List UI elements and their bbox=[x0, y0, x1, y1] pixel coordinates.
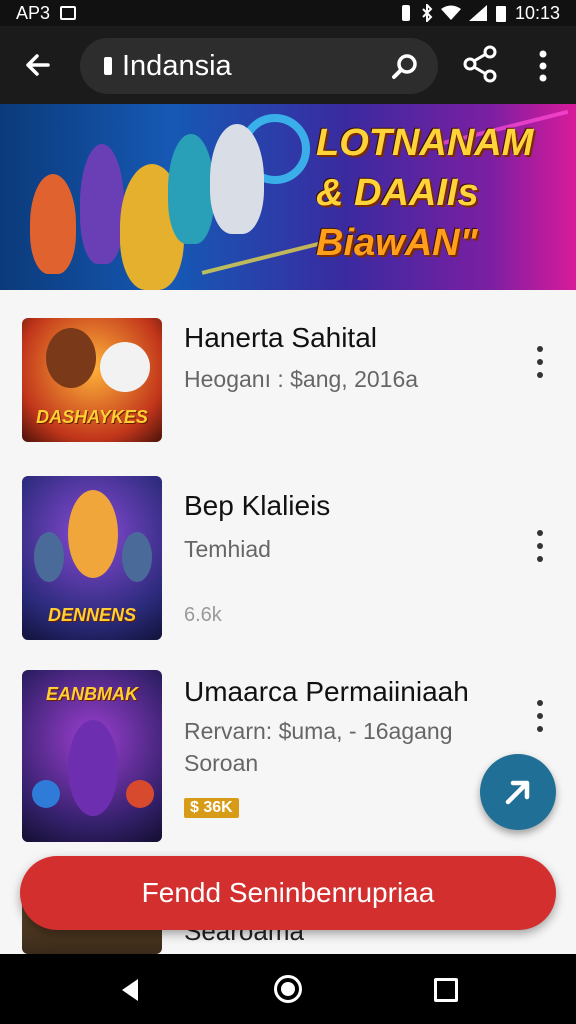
open-fab-button[interactable] bbox=[480, 754, 556, 830]
game-thumbnail: DASHAYKES bbox=[22, 318, 162, 442]
item-title: Bep Klalieis bbox=[184, 490, 331, 521]
item-size: 6.6k bbox=[184, 604, 222, 626]
signal-icon bbox=[468, 5, 487, 21]
share-icon[interactable] bbox=[458, 42, 502, 86]
nav-back-icon[interactable] bbox=[116, 976, 144, 1004]
hero-figure bbox=[168, 134, 214, 244]
more-dot bbox=[537, 372, 543, 378]
status-time: 10:13 bbox=[514, 2, 560, 23]
item-title: Hanerta Sahital bbox=[184, 322, 378, 353]
list-item[interactable]: DENNENS Bep Klalieis Temhiad 6.6k bbox=[0, 460, 576, 660]
banner-title-line: LOTNANAM bbox=[316, 122, 534, 164]
status-bar: AP3 10:13 bbox=[0, 0, 576, 26]
more-dot bbox=[537, 713, 543, 719]
item-subtitle: Temhiad bbox=[184, 536, 271, 562]
item-more-button[interactable] bbox=[528, 526, 552, 566]
wifi-icon bbox=[440, 5, 461, 20]
thumb-character bbox=[34, 532, 64, 582]
back-arrow-icon bbox=[26, 54, 50, 76]
more-dot bbox=[537, 530, 543, 536]
thumb-caption: DASHAYKES bbox=[36, 407, 148, 427]
status-carrier-text: AP3 bbox=[16, 2, 51, 23]
search-icon[interactable] bbox=[390, 52, 420, 82]
hero-figure bbox=[210, 124, 264, 234]
arrow-up-right-icon bbox=[505, 780, 530, 805]
primary-cta-button[interactable]: Fendd Seninbenrupriaa bbox=[20, 856, 556, 930]
search-bar[interactable]: Indansia bbox=[80, 38, 438, 94]
price-badge: $ 36K bbox=[184, 798, 239, 818]
list-item[interactable]: DASHAYKES Hanerta Sahital Heoganı : $ang… bbox=[0, 290, 576, 460]
banner-title-line: BiawAN" bbox=[316, 222, 478, 264]
hero-figure bbox=[30, 174, 76, 274]
more-dot bbox=[537, 700, 543, 706]
game-thumbnail: DENNENS bbox=[22, 476, 162, 640]
item-more-button[interactable] bbox=[528, 696, 552, 736]
back-button[interactable] bbox=[10, 37, 66, 93]
more-dot bbox=[537, 726, 543, 732]
top-app-bar: Indansia bbox=[0, 26, 576, 104]
secure-lock-icon bbox=[104, 57, 112, 75]
item-title: Umaarca Permaiiniaah bbox=[184, 676, 469, 707]
vibrate-icon bbox=[401, 5, 410, 21]
promo-banner[interactable]: LOTNANAM & DAAIIs BiawAN" bbox=[0, 104, 576, 290]
more-dot bbox=[537, 556, 543, 562]
item-more-button[interactable] bbox=[528, 342, 552, 382]
nav-home-icon[interactable] bbox=[274, 975, 302, 1003]
thumb-character bbox=[68, 720, 118, 816]
thumb-character bbox=[100, 342, 150, 392]
game-list: DASHAYKES Hanerta Sahital Heoganı : $ang… bbox=[0, 290, 576, 954]
system-nav-bar bbox=[0, 954, 576, 1024]
battery-icon bbox=[495, 6, 506, 22]
banner-title-line: & DAAIIs bbox=[316, 172, 479, 214]
more-dot bbox=[537, 543, 543, 549]
banner-title: LOTNANAM & DAAIIs BiawAN" bbox=[316, 118, 566, 268]
thumb-caption: EANBMAK bbox=[46, 684, 138, 704]
nav-recents-icon[interactable] bbox=[434, 978, 458, 1002]
more-dot bbox=[537, 359, 543, 365]
thumb-character bbox=[122, 532, 152, 582]
thumb-caption: DENNENS bbox=[47, 605, 136, 625]
thumb-character bbox=[32, 780, 60, 808]
thumb-character bbox=[46, 328, 96, 388]
search-query: Indansia bbox=[122, 49, 232, 82]
list-item[interactable]: EANBMAK Umaarca Permaiiniaah Rervarn: $u… bbox=[0, 660, 576, 850]
hero-figure bbox=[80, 144, 124, 264]
bluetooth-icon bbox=[422, 4, 433, 22]
item-subtitle: Rervarn: $uma, - 16agang bbox=[184, 718, 453, 744]
notification-icon bbox=[60, 6, 77, 20]
thumb-character bbox=[126, 780, 154, 808]
item-publisher: Soroan bbox=[184, 750, 259, 776]
thumb-character bbox=[68, 490, 118, 578]
item-subtitle: Heoganı : $ang, 2016a bbox=[184, 366, 419, 392]
more-vert-icon[interactable] bbox=[526, 44, 560, 88]
more-dot bbox=[537, 346, 543, 352]
game-thumbnail: EANBMAK bbox=[22, 670, 162, 842]
